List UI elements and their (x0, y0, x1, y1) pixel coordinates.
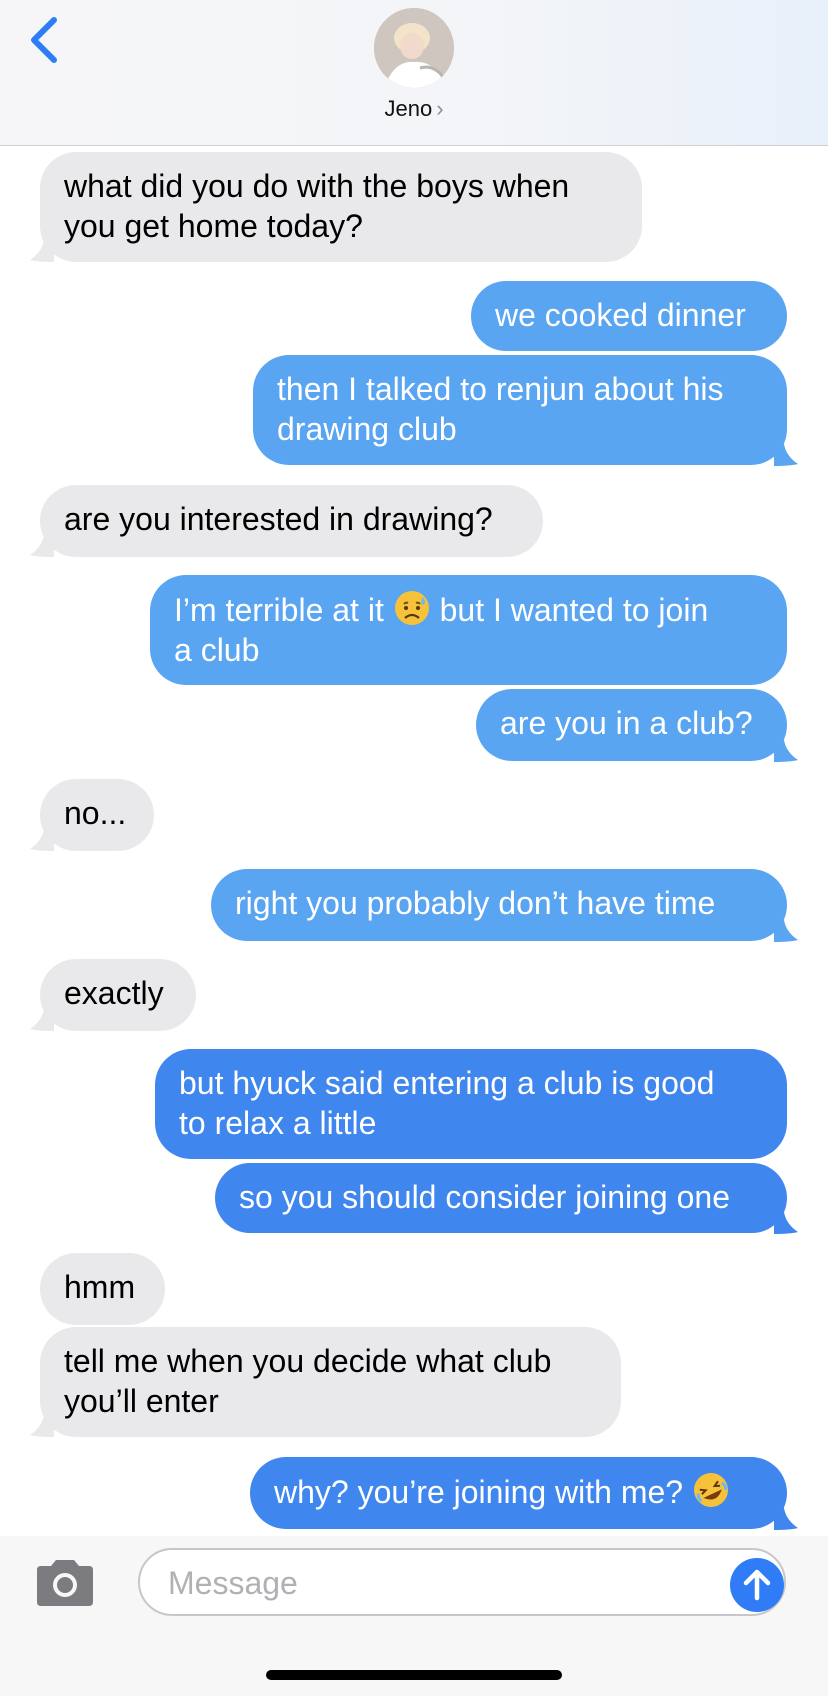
message-bubble-incoming: what did you do with the boys when you g… (40, 152, 642, 262)
message-field[interactable] (138, 1548, 786, 1616)
message-line: are you in a club? (500, 705, 753, 741)
arrow-up-icon (743, 1569, 771, 1601)
message-line: right you probably don’t have time (235, 885, 716, 921)
message-bubble-outgoing: are you in a club? (476, 689, 787, 761)
bubble-tail-outgoing (774, 920, 798, 942)
message-line: you get home today? (64, 208, 363, 244)
send-button[interactable] (730, 1558, 784, 1612)
message-text: why? you’re joining with me? (274, 1474, 684, 1510)
bubble-tail-outgoing (774, 1508, 798, 1530)
bubble-tail-incoming (30, 240, 54, 262)
message-line: but hyuck said entering a club is good (179, 1065, 715, 1101)
message-bubble-outgoing: but hyuck said entering a club is good t… (155, 1049, 787, 1159)
bubble-tail-incoming (30, 1009, 54, 1031)
message-text: but I wanted to join (439, 592, 709, 628)
bubble-tail-outgoing (774, 740, 798, 762)
message-line: to relax a little (179, 1105, 377, 1141)
rolling-laughing-face-icon (693, 1473, 728, 1507)
message-input[interactable] (166, 1560, 690, 1606)
message-line: no... (64, 795, 127, 831)
camera-icon[interactable] (33, 1558, 97, 1608)
message-bubble-incoming: exactly (40, 959, 196, 1031)
message-line: tell me when you decide what club (64, 1343, 552, 1379)
message-text: I’m terrible at it (174, 592, 384, 628)
message-line: exactly (64, 975, 164, 1011)
message-composer (0, 1536, 828, 1696)
message-line: are you interested in drawing? (64, 501, 493, 537)
bubble-tail-outgoing (774, 444, 798, 466)
message-bubble-outgoing: why? you’re joining with me? (250, 1457, 787, 1529)
message-bubble-outgoing: then I talked to renjun about his drawin… (253, 355, 787, 465)
message-bubble-incoming: no... (40, 779, 154, 851)
bubble-tail-incoming (30, 1415, 54, 1437)
message-line: so you should consider joining one (239, 1179, 730, 1215)
message-bubble-outgoing: so you should consider joining one (215, 1163, 787, 1233)
home-indicator (266, 1670, 562, 1680)
message-line: drawing club (277, 411, 457, 447)
message-bubble-incoming: tell me when you decide what club you’ll… (40, 1327, 621, 1437)
message-line: hmm (64, 1269, 136, 1305)
sad-sweat-face-icon (394, 591, 429, 625)
message-line: we cooked dinner (495, 297, 746, 333)
message-bubble-outgoing: we cooked dinner (471, 281, 787, 351)
message-line-with-emoji: why? you’re joining with me? (274, 1471, 763, 1512)
message-line: then I talked to renjun about his (277, 371, 724, 407)
message-line: you’ll enter (64, 1383, 219, 1419)
message-bubble-incoming: are you interested in drawing? (40, 485, 543, 557)
message-line: what did you do with the boys when (64, 168, 570, 204)
bubble-tail-incoming (30, 829, 54, 851)
chevron-right-icon: › (436, 96, 444, 121)
conversation-header: Jeno › (0, 0, 828, 146)
bubble-tail-incoming (30, 535, 54, 557)
back-chevron-icon[interactable] (26, 14, 66, 66)
contact-name: Jeno (384, 96, 433, 121)
avatar-photo-icon (374, 8, 454, 88)
contact-avatar[interactable] (374, 8, 454, 88)
message-line-with-emoji: I’m terrible at it but I wanted to join (174, 589, 763, 630)
message-bubble-incoming: hmm (40, 1253, 165, 1325)
message-line: a club (174, 632, 260, 668)
contact-name-button[interactable]: Jeno › (0, 96, 828, 122)
bubble-tail-outgoing (774, 1212, 798, 1234)
message-bubble-outgoing: I’m terrible at it but I wanted to join … (150, 575, 787, 685)
message-bubble-outgoing: right you probably don’t have time (211, 869, 787, 941)
